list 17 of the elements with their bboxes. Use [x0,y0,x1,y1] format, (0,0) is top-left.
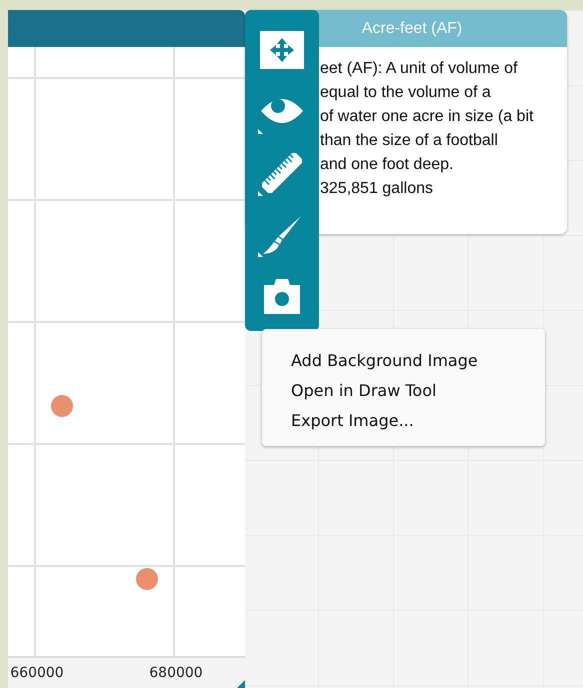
card-text-line: than the size of a football [320,131,499,151]
axis-tick-label: 680000 [149,665,203,681]
move-icon[interactable] [260,30,304,69]
data-point [51,395,73,417]
card-text-line: eet (AF): A unit of volume of [320,59,518,79]
resize-corner-icon[interactable] [237,680,245,688]
data-point [136,568,158,590]
card-text-line: 325,851 gallons [320,179,434,199]
camera-icon[interactable] [261,277,303,316]
card-text-line: and one foot deep. [320,155,454,175]
menu-item[interactable]: Add Background Image [291,346,478,376]
brush-icon[interactable] [261,214,303,255]
card-text-line: of water one acre in size (a bit [320,107,534,127]
menu-item[interactable]: Export Image... [291,406,414,436]
axis-tick-label: 660000 [10,665,64,681]
menu-item[interactable]: Open in Draw Tool [291,376,436,406]
card-text-line: equal to the volume of a [320,83,492,103]
